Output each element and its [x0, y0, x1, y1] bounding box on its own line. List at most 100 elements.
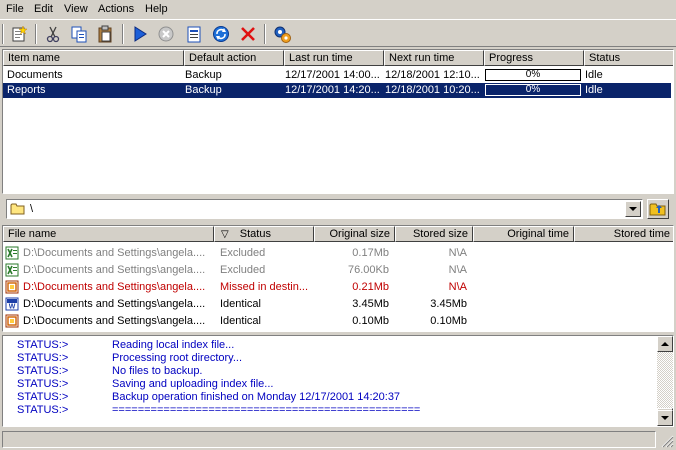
excel-file-icon [5, 263, 19, 277]
menu-view[interactable]: View [64, 3, 88, 15]
column-stored-size[interactable]: Stored size [395, 226, 473, 242]
job-progress-text: 0% [525, 84, 541, 95]
job-name: Documents [7, 69, 63, 81]
properties-button[interactable] [183, 23, 205, 45]
cut-button[interactable] [42, 23, 64, 45]
file-stored-size: 0.10Mb [430, 315, 467, 327]
job-status: Idle [585, 84, 603, 96]
log-label: STATUS:> [17, 339, 69, 351]
menu-bar: File Edit View Actions Help [0, 0, 676, 18]
job-next-run: 12/18/2001 10:20... [385, 84, 480, 96]
column-last-run-time[interactable]: Last run time [284, 50, 384, 66]
path-dropdown-button[interactable] [625, 201, 641, 217]
path-value: \ [30, 203, 34, 215]
job-progress-text: 0% [525, 69, 541, 80]
log-line: STATUS:> Backup operation finished on Mon… [17, 391, 400, 404]
paste-icon [98, 25, 112, 43]
log-message: Saving and uploading index file... [112, 378, 274, 390]
word-file-icon: W [5, 297, 19, 311]
file-row[interactable]: D:\Documents and Settings\angela.... Mis… [3, 279, 673, 296]
column-original-time[interactable]: Original time [473, 226, 574, 242]
column-item-name[interactable]: Item name [3, 50, 184, 66]
log-line: STATUS:> ================================… [17, 404, 420, 417]
file-stored-size: 3.45Mb [430, 298, 467, 310]
file-original-size: 0.21Mb [352, 281, 389, 293]
column-original-size[interactable]: Original size [314, 226, 395, 242]
job-row-documents[interactable]: Documents Backup 12/17/2001 14:00... 12/… [3, 68, 671, 83]
file-name: D:\Documents and Settings\angela.... [23, 247, 206, 259]
file-stored-size: N\A [448, 264, 467, 276]
column-progress[interactable]: Progress [484, 50, 584, 66]
file-status: Missed in destin... [220, 281, 309, 293]
job-row-reports[interactable]: Reports Backup 12/17/2001 14:20... 12/18… [3, 83, 671, 98]
log-label: STATUS:> [17, 404, 69, 416]
file-name: D:\Documents and Settings\angela.... [23, 315, 206, 327]
file-original-size: 3.45Mb [352, 298, 389, 310]
log-label: STATUS:> [17, 352, 69, 364]
log-label: STATUS:> [17, 365, 69, 377]
paste-button[interactable] [94, 23, 116, 45]
settings-icon [274, 26, 291, 43]
file-status: Identical [220, 298, 261, 310]
file-row[interactable]: D:\Documents and Settings\angela.... Exc… [3, 245, 673, 262]
new-item-icon [12, 25, 28, 42]
resize-grip-icon[interactable] [658, 432, 674, 448]
menu-file[interactable]: File [6, 3, 24, 15]
delete-button[interactable] [237, 23, 259, 45]
column-default-action[interactable]: Default action [184, 50, 284, 66]
menu-edit[interactable]: Edit [34, 3, 53, 15]
settings-button[interactable] [271, 23, 293, 45]
file-original-size: 0.17Mb [352, 247, 389, 259]
file-row[interactable]: D:\Documents and Settings\angela.... Ide… [3, 313, 673, 330]
log-line: STATUS:> Reading local index file... [17, 339, 234, 352]
path-combobox[interactable]: \ [6, 199, 643, 219]
access-file-icon [5, 314, 19, 328]
file-row[interactable]: W D:\Documents and Settings\angela.... I… [3, 296, 673, 313]
job-name: Reports [7, 84, 46, 96]
log-message: Processing root directory... [112, 352, 243, 364]
file-row[interactable]: D:\Documents and Settings\angela.... Exc… [3, 262, 673, 279]
job-progress-bar: 0% [485, 84, 581, 96]
file-name: D:\Documents and Settings\angela.... [23, 281, 206, 293]
delete-icon [241, 27, 255, 41]
file-stored-size: N\A [448, 281, 467, 293]
menu-actions[interactable]: Actions [98, 3, 134, 15]
properties-icon [187, 26, 201, 43]
log-label: STATUS:> [17, 378, 69, 390]
sync-button[interactable] [210, 23, 232, 45]
svg-text:W: W [9, 304, 16, 311]
cut-icon [46, 26, 60, 43]
log-line: STATUS:> No files to backup. [17, 365, 203, 378]
sort-descending-icon: ▽ [221, 229, 229, 240]
scroll-track[interactable] [657, 352, 673, 408]
job-status: Idle [585, 69, 603, 81]
column-next-run-time[interactable]: Next run time [384, 50, 484, 66]
toolbar-separator [264, 24, 266, 44]
column-status[interactable]: Status [584, 50, 673, 66]
column-file-status[interactable]: ▽ Status [214, 226, 314, 242]
log-message: No files to backup. [112, 365, 203, 377]
stop-button[interactable] [155, 23, 177, 45]
job-last-run: 12/17/2001 14:00... [285, 69, 380, 81]
file-stored-size: N\A [448, 247, 467, 259]
column-file-name[interactable]: File name [3, 226, 214, 242]
menu-help[interactable]: Help [145, 3, 168, 15]
sync-icon [213, 26, 229, 42]
run-button[interactable] [129, 23, 151, 45]
column-file-status-label: Status [239, 228, 271, 240]
copy-button[interactable] [68, 23, 90, 45]
chevron-down-icon [629, 207, 637, 211]
job-next-run: 12/18/2001 12:10... [385, 69, 480, 81]
status-bar [2, 431, 656, 448]
jobs-list: Item name Default action Last run time N… [2, 49, 674, 194]
file-original-size: 76.00Kb [348, 264, 389, 276]
scroll-up-button[interactable] [657, 336, 673, 352]
log-label: STATUS:> [17, 391, 69, 403]
scroll-down-button[interactable] [657, 410, 673, 426]
file-status: Identical [220, 315, 261, 327]
new-item-button[interactable] [8, 23, 30, 45]
job-action: Backup [185, 84, 222, 96]
up-folder-button[interactable] [647, 199, 669, 219]
toolbar-grip [2, 24, 4, 44]
column-stored-time[interactable]: Stored time [574, 226, 673, 242]
